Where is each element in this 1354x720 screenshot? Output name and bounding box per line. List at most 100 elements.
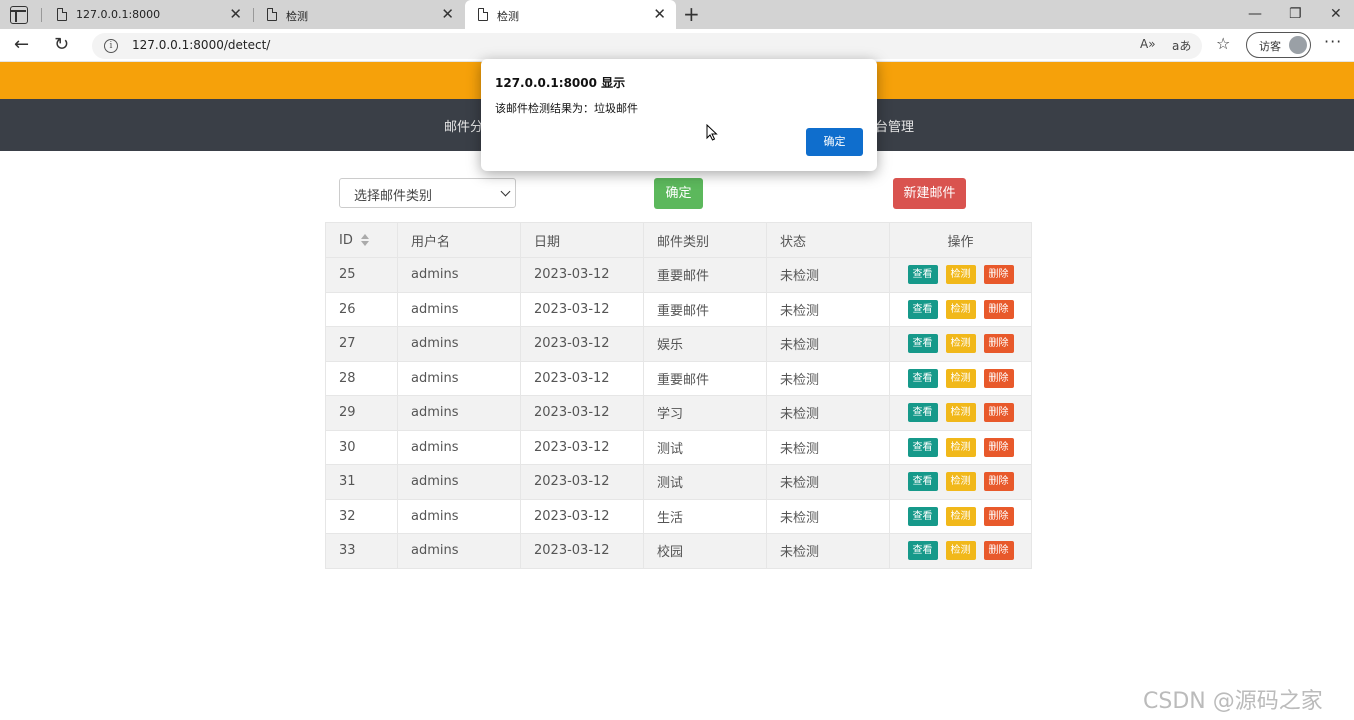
- cell-username: admins: [397, 464, 521, 500]
- cell-category: 重要邮件: [643, 257, 767, 293]
- delete-button[interactable]: 删除: [983, 368, 1014, 388]
- nav-item-mail-classify[interactable]: 邮件分: [444, 116, 483, 135]
- cell-status: 未检测: [766, 257, 890, 293]
- detect-button[interactable]: 检测: [945, 541, 976, 561]
- table-row: 29 admins 2023-03-12 学习 未检测 查看 检测 删除: [325, 395, 1032, 431]
- cell-id: 32: [325, 498, 398, 534]
- new-tab-icon[interactable]: +: [683, 3, 700, 25]
- table-row: 28 admins 2023-03-12 重要邮件 未检测 查看 检测 删除: [325, 360, 1032, 396]
- category-select[interactable]: 选择邮件类别: [339, 178, 516, 208]
- column-header-id[interactable]: ID: [325, 222, 398, 258]
- cell-category: 重要邮件: [643, 360, 767, 396]
- table-row: 33 admins 2023-03-12 校园 未检测 查看 检测 删除: [325, 533, 1032, 569]
- delete-button[interactable]: 删除: [983, 506, 1014, 526]
- tab-close-icon[interactable]: ✕: [441, 5, 454, 23]
- cell-date: 2023-03-12: [520, 257, 644, 293]
- delete-button[interactable]: 删除: [983, 403, 1014, 423]
- detect-button[interactable]: 检测: [945, 334, 976, 354]
- detect-button[interactable]: 检测: [945, 299, 976, 319]
- view-button[interactable]: 查看: [907, 506, 938, 526]
- nav-item-admin[interactable]: 台管理: [875, 116, 914, 135]
- view-button[interactable]: 查看: [907, 299, 938, 319]
- view-button[interactable]: 查看: [907, 541, 938, 561]
- cell-id: 26: [325, 291, 398, 327]
- alert-ok-button[interactable]: 确定: [806, 128, 863, 156]
- tab-close-icon[interactable]: ✕: [229, 5, 242, 23]
- mouse-cursor-icon: [706, 124, 718, 141]
- browser-tab-2[interactable]: 检测 ✕: [254, 0, 464, 29]
- category-select-value: 选择邮件类别: [354, 189, 433, 204]
- tab-close-icon[interactable]: ✕: [653, 5, 666, 23]
- mail-table: ID 用户名 日期 邮件类别 状态 操作 25 admins 2023-03-12 重…: [325, 222, 1032, 569]
- column-header-date: 日期: [520, 222, 644, 258]
- minimize-icon[interactable]: —: [1248, 5, 1262, 23]
- cell-actions: 查看 检测 删除: [889, 429, 1032, 465]
- translate-icon[interactable]: aあ: [1172, 37, 1191, 54]
- table-row: 26 admins 2023-03-12 重要邮件 未检测 查看 检测 删除: [325, 291, 1032, 327]
- watermark: CSDN @源码之家: [1143, 689, 1323, 714]
- detect-button[interactable]: 检测: [945, 265, 976, 285]
- refresh-icon[interactable]: ↻: [54, 34, 69, 56]
- delete-button[interactable]: 删除: [983, 472, 1014, 492]
- cell-username: admins: [397, 257, 521, 293]
- delete-button[interactable]: 删除: [983, 299, 1014, 319]
- cell-category: 重要邮件: [643, 291, 767, 327]
- cell-category: 生活: [643, 498, 767, 534]
- cell-category: 测试: [643, 429, 767, 465]
- cell-id: 30: [325, 429, 398, 465]
- cell-username: admins: [397, 326, 521, 362]
- sort-icon[interactable]: [360, 234, 369, 246]
- view-button[interactable]: 查看: [907, 403, 938, 423]
- tab-title: 127.0.0.1:8000: [76, 8, 161, 21]
- cell-status: 未检测: [766, 533, 890, 569]
- view-button[interactable]: 查看: [907, 368, 938, 388]
- delete-button[interactable]: 删除: [983, 265, 1014, 285]
- view-button[interactable]: 查看: [907, 334, 938, 354]
- tab-title: 检测: [286, 10, 308, 23]
- table-row: 31 admins 2023-03-12 测试 未检测 查看 检测 删除: [325, 464, 1032, 500]
- table-row: 32 admins 2023-03-12 生活 未检测 查看 检测 删除: [325, 498, 1032, 534]
- alert-title: 127.0.0.1:8000 显示: [495, 76, 626, 90]
- url-field[interactable]: i 127.0.0.1:8000/detect/ A» aあ: [92, 33, 1202, 59]
- site-info-icon[interactable]: i: [104, 39, 118, 53]
- cell-id: 28: [325, 360, 398, 396]
- detect-button[interactable]: 检测: [945, 403, 976, 423]
- browser-tab-3-active[interactable]: 检测 ✕: [465, 0, 676, 29]
- read-aloud-icon[interactable]: A»: [1140, 37, 1156, 51]
- browser-tab-bar: 127.0.0.1:8000 ✕ 检测 ✕ 检测 ✕ + — ❐ ✕: [0, 0, 1354, 29]
- cell-status: 未检测: [766, 291, 890, 327]
- back-icon[interactable]: ←: [14, 34, 29, 56]
- cell-actions: 查看 检测 删除: [889, 291, 1032, 327]
- page-icon: [267, 8, 277, 21]
- table-header-row: ID 用户名 日期 邮件类别 状态 操作: [325, 222, 1032, 258]
- close-window-icon[interactable]: ✕: [1330, 5, 1342, 23]
- detect-button[interactable]: 检测: [945, 506, 976, 526]
- confirm-button[interactable]: 确定: [654, 178, 703, 209]
- restore-icon[interactable]: ❐: [1289, 5, 1302, 23]
- browser-tab-1[interactable]: 127.0.0.1:8000 ✕: [44, 0, 252, 29]
- cell-username: admins: [397, 429, 521, 465]
- guest-profile-button[interactable]: 访客: [1246, 32, 1311, 58]
- view-button[interactable]: 查看: [907, 265, 938, 285]
- view-button[interactable]: 查看: [907, 472, 938, 492]
- view-button[interactable]: 查看: [907, 437, 938, 457]
- cell-date: 2023-03-12: [520, 429, 644, 465]
- tab-actions-icon[interactable]: [10, 6, 28, 24]
- detect-button[interactable]: 检测: [945, 437, 976, 457]
- delete-button[interactable]: 删除: [983, 541, 1014, 561]
- favorites-icon[interactable]: ☆: [1216, 34, 1230, 53]
- table-row: 25 admins 2023-03-12 重要邮件 未检测 查看 检测 删除: [325, 257, 1032, 293]
- cell-status: 未检测: [766, 360, 890, 396]
- new-mail-button[interactable]: 新建邮件: [893, 178, 966, 209]
- cell-date: 2023-03-12: [520, 395, 644, 431]
- cell-username: admins: [397, 360, 521, 396]
- alert-message: 该邮件检测结果为：垃圾邮件: [495, 102, 638, 115]
- detect-button[interactable]: 检测: [945, 368, 976, 388]
- cell-actions: 查看 检测 删除: [889, 326, 1032, 362]
- detect-button[interactable]: 检测: [945, 472, 976, 492]
- delete-button[interactable]: 删除: [983, 437, 1014, 457]
- cell-status: 未检测: [766, 498, 890, 534]
- more-menu-icon[interactable]: ···: [1324, 32, 1342, 51]
- delete-button[interactable]: 删除: [983, 334, 1014, 354]
- column-header-user: 用户名: [397, 222, 521, 258]
